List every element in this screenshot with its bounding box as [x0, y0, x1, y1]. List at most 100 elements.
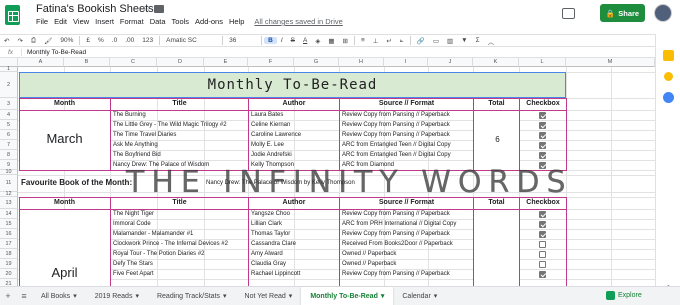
row-header[interactable]: 6 — [0, 130, 18, 140]
keep-icon[interactable] — [663, 50, 674, 61]
percent-button[interactable]: % — [94, 37, 108, 44]
merge-cells-icon[interactable]: ⊞ — [338, 37, 351, 45]
italic-button[interactable]: I — [277, 37, 287, 44]
tab-reading-track-stats[interactable]: Reading Track/Stats ▾ — [148, 287, 236, 305]
book-source[interactable]: ARC from PRH International // Digital Co… — [340, 219, 473, 230]
row-header[interactable]: 13 — [0, 197, 18, 209]
font-size-select[interactable]: 36 — [225, 37, 259, 44]
book-checkbox[interactable] — [539, 221, 546, 228]
book-title[interactable]: Ask Me Anything — [111, 140, 248, 151]
menu-data[interactable]: Data — [150, 17, 166, 26]
book-title[interactable]: Malamander - Malamander #1 — [111, 229, 248, 240]
book-title[interactable]: Immoral Code — [111, 219, 248, 230]
book-source[interactable]: Review Copy from Pansing // Paperback — [340, 130, 473, 141]
book-title[interactable]: The Time Travel Diaries — [111, 130, 248, 141]
row-header[interactable]: 5 — [0, 120, 18, 130]
column-header[interactable]: H — [339, 58, 384, 67]
explore-button[interactable]: Explore — [606, 289, 650, 302]
align-vertical-icon[interactable]: ⊥ — [369, 37, 383, 45]
row-header[interactable]: 11 — [0, 175, 18, 192]
book-title[interactable]: Royal Tour - The Potion Diaries #2 — [111, 249, 248, 260]
column-header[interactable]: D — [157, 58, 204, 67]
book-title[interactable]: The Night Tiger — [111, 209, 248, 220]
book-title[interactable]: The Boyfriend Bid — [111, 150, 248, 161]
book-title[interactable]: Clockwork Prince - The Infernal Devices … — [111, 239, 248, 250]
book-source[interactable]: Review Copy from Pansing // Paperback — [340, 229, 473, 240]
row-header[interactable]: 8 — [0, 150, 18, 160]
column-header[interactable]: J — [428, 58, 473, 67]
row-header[interactable]: 3 — [0, 98, 18, 110]
menu-insert[interactable]: Insert — [95, 17, 114, 26]
menu-edit[interactable]: Edit — [54, 17, 67, 26]
book-source[interactable]: Review Copy from Pansing // Paperback — [340, 120, 473, 131]
tab-not-yet-read[interactable]: Not Yet Read ▾ — [236, 287, 302, 305]
book-source[interactable]: ARC from Entangled Teen // Digital Copy — [340, 140, 473, 151]
book-checkbox[interactable] — [539, 241, 546, 248]
menu-tools[interactable]: Tools — [172, 17, 190, 26]
book-author[interactable]: Claudia Gray — [249, 259, 339, 270]
column-header[interactable]: K — [473, 58, 519, 67]
undo-icon[interactable]: ↶ — [0, 37, 13, 45]
book-author[interactable]: Rachael Lippincott — [249, 269, 339, 280]
book-author[interactable]: Thomas Taylor — [249, 229, 339, 240]
tab-calendar[interactable]: Calendar ▾ — [393, 287, 446, 305]
book-author[interactable]: Jodie Andrefski — [249, 150, 339, 161]
print-icon[interactable]: ⎙ — [27, 37, 40, 45]
insert-link-icon[interactable]: 🔗 — [413, 37, 429, 45]
calendar-icon[interactable] — [664, 72, 673, 81]
zoom-select[interactable]: 90% — [56, 37, 77, 44]
column-header[interactable]: G — [294, 58, 339, 67]
increase-decimal-button[interactable]: .00 — [121, 37, 138, 44]
book-checkbox[interactable] — [539, 122, 546, 129]
star-icon[interactable]: ☆ — [142, 3, 151, 14]
column-header[interactable]: E — [204, 58, 248, 67]
decrease-decimal-button[interactable]: .0 — [108, 37, 121, 44]
merged-cell-total-april[interactable] — [474, 210, 519, 286]
insert-chart-icon[interactable]: ▥ — [443, 37, 457, 45]
row-header[interactable]: 17 — [0, 239, 18, 249]
saved-status[interactable]: All changes saved in Drive — [254, 17, 342, 26]
filter-icon[interactable]: ▼ — [457, 37, 471, 44]
comment-icon[interactable] — [562, 8, 575, 19]
menu-view[interactable]: View — [73, 17, 89, 26]
column-header[interactable]: I — [384, 58, 428, 67]
book-checkbox[interactable] — [539, 261, 546, 268]
fill-color-icon[interactable]: ◈ — [311, 37, 324, 45]
menu-format[interactable]: Format — [120, 17, 144, 26]
column-header[interactable]: C — [110, 58, 157, 67]
book-source[interactable]: Review Copy from Pansing // Paperback — [340, 110, 473, 121]
book-source[interactable]: ARC from Entangled Teen // Digital Copy — [340, 150, 473, 161]
borders-icon[interactable]: ▦ — [324, 37, 338, 45]
book-author[interactable]: Molly E. Lee — [249, 140, 339, 151]
redo-icon[interactable]: ↷ — [13, 37, 26, 45]
book-checkbox[interactable] — [539, 162, 546, 169]
book-author[interactable]: Kelly Thompson — [249, 160, 339, 171]
book-source[interactable]: Review Copy from Pansing // Paperback — [340, 209, 473, 220]
book-checkbox[interactable] — [539, 142, 546, 149]
book-source[interactable]: Review Copy from Pansing // Paperback — [340, 269, 473, 280]
row-header[interactable]: 7 — [0, 140, 18, 150]
book-title[interactable]: Defy The Stars — [111, 259, 248, 270]
functions-icon[interactable]: Σ — [472, 37, 484, 44]
book-source[interactable]: ARC from Diamond — [340, 160, 473, 171]
row-header[interactable]: 14 — [0, 209, 18, 219]
menu-file[interactable]: File — [36, 17, 48, 26]
spreadsheet-grid[interactable]: A B C D E F G H I J K L M 1 2 3 4 5 6 7 … — [0, 58, 655, 286]
column-header[interactable]: A — [18, 58, 64, 67]
book-author[interactable]: Amy Alward — [249, 249, 339, 260]
book-author[interactable]: Celine Kiernan — [249, 120, 339, 131]
paint-format-icon[interactable]: 🖌 — [40, 37, 56, 45]
row-header[interactable]: 20 — [0, 269, 18, 279]
book-checkbox[interactable] — [539, 231, 546, 238]
bold-button[interactable]: B — [264, 37, 277, 44]
row-header[interactable]: 15 — [0, 219, 18, 229]
column-header[interactable]: M — [566, 58, 655, 67]
insert-comment-icon[interactable]: ▭ — [429, 37, 443, 45]
book-checkbox[interactable] — [539, 211, 546, 218]
row-header[interactable]: 2 — [0, 72, 18, 98]
book-source[interactable]: Owned // Paperback — [340, 259, 473, 270]
align-horizontal-icon[interactable]: ≡ — [357, 37, 369, 44]
favourite-value[interactable]: Nancy Drew: The Palace of Wisdom by Kell… — [204, 177, 404, 189]
book-checkbox[interactable] — [539, 251, 546, 258]
book-title[interactable]: Five Feet Apart — [111, 269, 248, 280]
